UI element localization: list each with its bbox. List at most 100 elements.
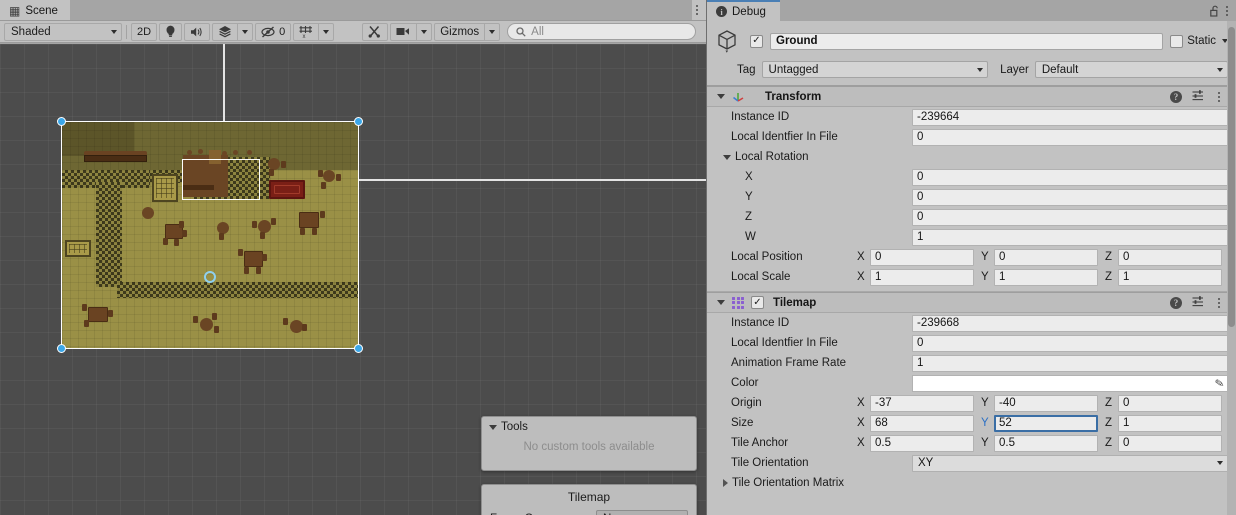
grid-snap-icon[interactable]: x [294, 25, 318, 38]
scene-search-input[interactable]: All [507, 23, 696, 40]
camera-icon[interactable] [391, 26, 416, 37]
field-size-x[interactable]: 68 [870, 415, 974, 432]
help-icon[interactable]: ? [1170, 297, 1182, 309]
effects-dropdown-caret[interactable] [237, 24, 252, 40]
padlock-open-icon[interactable] [1208, 0, 1222, 21]
field-local-identifier[interactable]: 0 [912, 129, 1228, 146]
inspector-scrollbar[interactable] [1227, 21, 1236, 515]
value-tile-orientation: XY [918, 457, 933, 469]
field-origin-x[interactable]: -37 [870, 395, 974, 412]
field-rotation-y[interactable]: 0 [912, 189, 1228, 206]
tag-value: Untagged [769, 64, 819, 76]
gizmos-group[interactable]: Gizmos [434, 23, 500, 41]
component-menu-icon[interactable] [1214, 92, 1228, 102]
field-anchor-y[interactable]: 0.5 [994, 435, 1098, 452]
label-tilemap-color: Color [707, 377, 912, 389]
gameobject-enabled-checkbox[interactable]: ✓ [750, 35, 763, 48]
component-tools-button[interactable] [362, 23, 388, 41]
preset-settings-icon[interactable] [1192, 295, 1204, 310]
tag-dropdown[interactable]: Untagged [762, 61, 989, 78]
field-anchor-z[interactable]: 0 [1118, 435, 1222, 452]
value-anchor-x: 0.5 [875, 437, 891, 449]
axis-label-x: X [856, 417, 870, 429]
tools-overlay-header[interactable]: Tools [482, 417, 696, 435]
camera-dropdown-caret[interactable] [416, 24, 431, 40]
row-tile-orientation-matrix[interactable]: Tile Orientation Matrix [707, 473, 1236, 493]
field-anchor-x[interactable]: 0.5 [870, 435, 974, 452]
grid-dropdown-caret[interactable] [318, 24, 333, 40]
field-animation-frame-rate[interactable]: 1 [912, 355, 1228, 372]
scene-lighting-button[interactable] [159, 23, 182, 41]
gameobject-header: ✓ Ground Static Tag Untagged Layer [707, 21, 1236, 86]
shading-mode-dropdown[interactable]: Shaded [4, 23, 122, 41]
label-tile-orientation-matrix[interactable]: Tile Orientation Matrix [707, 477, 912, 489]
value-anchor-z: 0 [1123, 437, 1129, 449]
row-animation-frame-rate: Animation Frame Rate 1 [707, 353, 1236, 373]
tools-overlay-panel[interactable]: Tools No custom tools available [481, 416, 697, 471]
value-origin-z: 0 [1123, 397, 1129, 409]
effects-icon[interactable] [213, 25, 237, 38]
chevron-down-icon[interactable] [717, 94, 725, 99]
inspector-scroll-thumb[interactable] [1228, 27, 1235, 327]
tilemap-overlay-panel[interactable]: Tilemap Focus On None [481, 484, 697, 515]
preset-settings-icon[interactable] [1192, 89, 1204, 104]
selection-handle-top-right[interactable] [354, 117, 363, 126]
scene-camera-group[interactable] [390, 23, 432, 41]
tilemap-enabled-checkbox[interactable]: ✓ [751, 296, 764, 309]
chevron-down-icon[interactable] [717, 300, 725, 305]
field-position-z[interactable]: 0 [1118, 249, 1222, 266]
field-scale-x[interactable]: 1 [870, 269, 974, 286]
eyedropper-icon[interactable]: ✎ [1214, 376, 1225, 390]
gizmos-dropdown-caret[interactable] [484, 24, 499, 40]
layer-dropdown[interactable]: Default [1035, 61, 1228, 78]
value-origin-x: -37 [875, 397, 892, 409]
field-position-y[interactable]: 0 [994, 249, 1098, 266]
field-rotation-z[interactable]: 0 [912, 209, 1228, 226]
field-origin-z[interactable]: 0 [1118, 395, 1222, 412]
selection-handle-bottom-right[interactable] [354, 344, 363, 353]
field-tilemap-color[interactable]: ✎ [912, 375, 1228, 392]
toggle-2d-button[interactable]: 2D [131, 23, 157, 41]
field-scale-y[interactable]: 1 [994, 269, 1098, 286]
row-transform-local-identifier: Local Identfier In File 0 [707, 127, 1236, 147]
scene-grid-group[interactable]: x [293, 23, 334, 41]
field-scale-z[interactable]: 1 [1118, 269, 1222, 286]
row-local-rotation-foldout[interactable]: Local Rotation [707, 147, 1236, 167]
field-rotation-w[interactable]: 1 [912, 229, 1228, 246]
scene-fx-group[interactable] [212, 23, 253, 41]
gizmos-label[interactable]: Gizmos [435, 26, 484, 38]
tab-scene[interactable]: ▦ Scene [0, 0, 70, 20]
field-rotation-x[interactable]: 0 [912, 169, 1228, 186]
field-tilemap-instance-id[interactable]: -239668 [912, 315, 1228, 332]
axis-label-y: Y [980, 397, 994, 409]
selection-handle-bottom-left[interactable] [57, 344, 66, 353]
hidden-objects-button[interactable]: 0 [255, 23, 291, 41]
scene-audio-button[interactable] [184, 23, 210, 41]
value-tilemap-local-identifier: 0 [917, 337, 923, 349]
field-size-y[interactable]: 52 [994, 415, 1098, 432]
tab-debug[interactable]: i Debug [707, 0, 780, 21]
field-position-x[interactable]: 0 [870, 249, 974, 266]
static-toggle-group[interactable]: Static [1170, 35, 1228, 48]
gameobject-name-input[interactable]: Ground [770, 33, 1163, 50]
static-checkbox[interactable] [1170, 35, 1183, 48]
component-menu-icon[interactable] [1214, 298, 1228, 308]
field-origin-y[interactable]: -40 [994, 395, 1098, 412]
scene-viewport[interactable]: Tools No custom tools available Tilemap … [0, 44, 706, 515]
field-instance-id[interactable]: -239664 [912, 109, 1228, 126]
component-header-transform[interactable]: Transform ? [707, 86, 1236, 107]
selection-handle-top-left[interactable] [57, 117, 66, 126]
scene-panel-menu-icon[interactable] [692, 0, 706, 20]
component-header-tilemap[interactable]: ✓ Tilemap ? [707, 292, 1236, 313]
row-tilemap-color: Color ✎ [707, 373, 1236, 393]
inspector-menu-icon[interactable] [1222, 0, 1236, 21]
row-tile-orientation: Tile Orientation XY [707, 453, 1236, 473]
tilemap-focus-on-dropdown[interactable]: None [596, 510, 688, 515]
help-icon[interactable]: ? [1170, 91, 1182, 103]
field-size-z[interactable]: 1 [1118, 415, 1222, 432]
dropdown-tile-orientation[interactable]: XY [912, 455, 1228, 472]
tilemap-focus-on-row: Focus On None [482, 508, 696, 515]
label-local-rotation[interactable]: Local Rotation [707, 151, 912, 163]
axis-label-z: Z [1104, 397, 1118, 409]
field-tilemap-local-identifier[interactable]: 0 [912, 335, 1228, 352]
